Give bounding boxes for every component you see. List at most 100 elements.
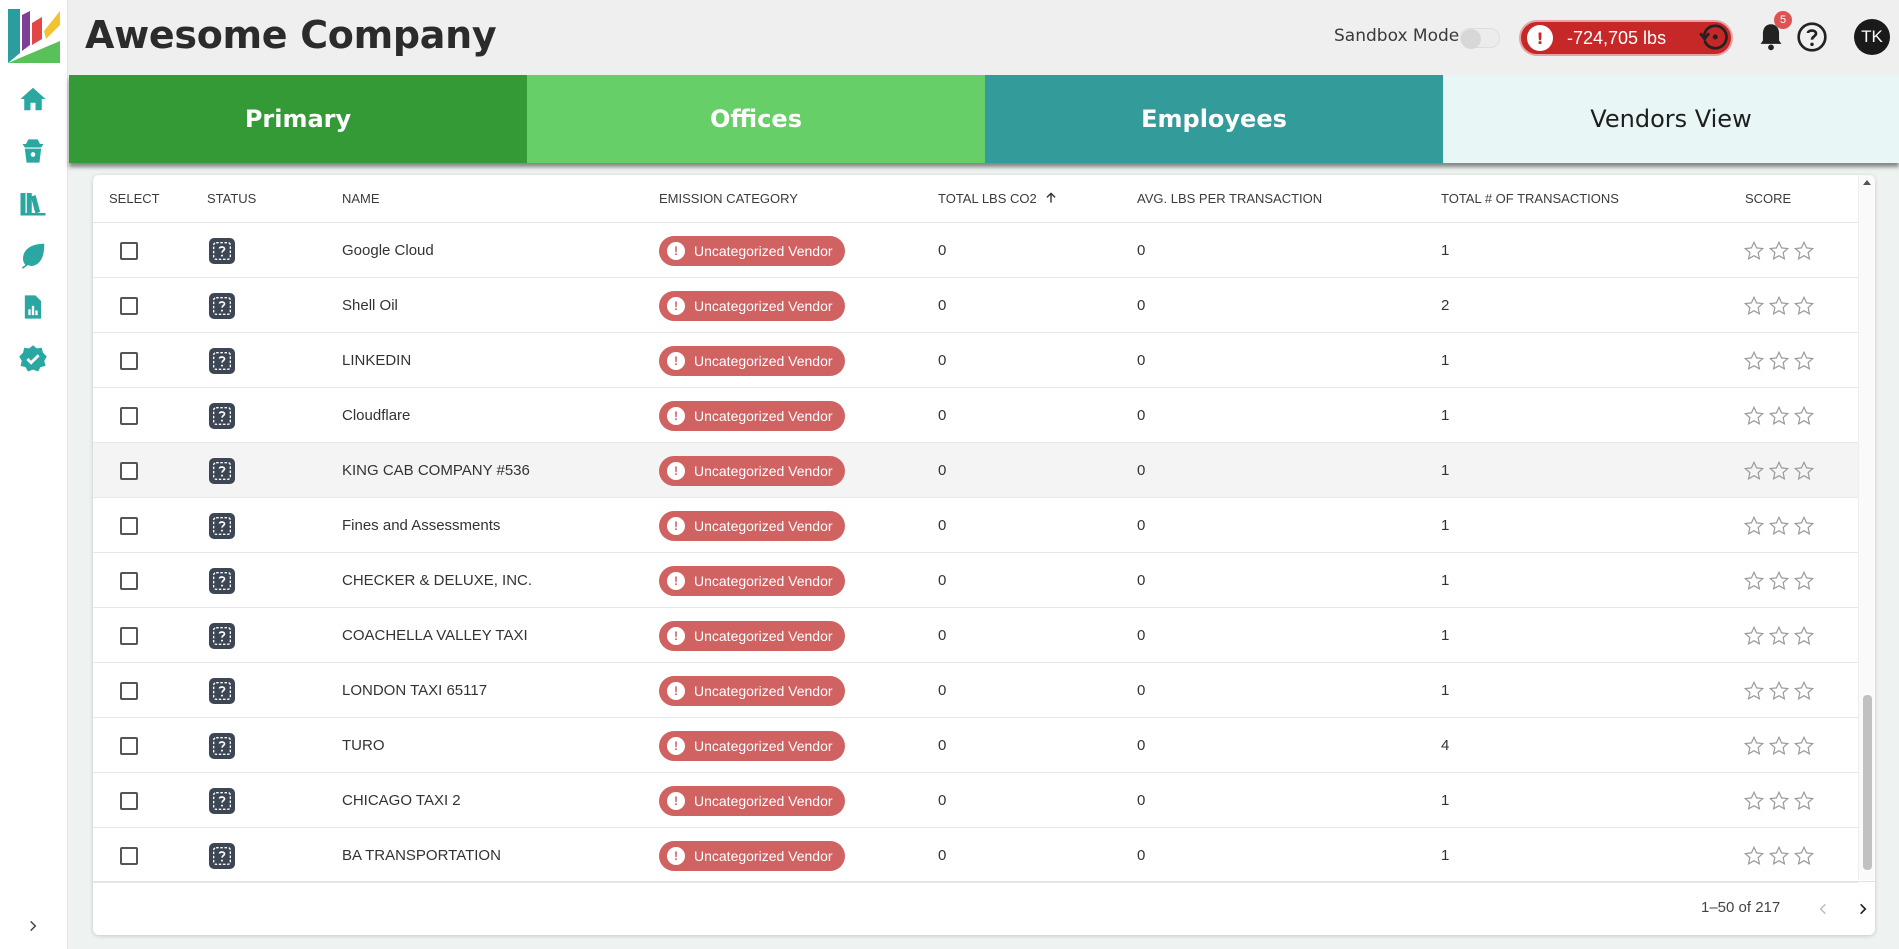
star-rating-icon[interactable]	[1743, 570, 1765, 592]
table-scrollbar[interactable]	[1858, 175, 1875, 880]
star-rating-icon[interactable]	[1768, 240, 1790, 262]
table-row[interactable]: Shell Oil ! Uncategorized Vendor 0 0 2	[93, 278, 1858, 333]
star-rating-icon[interactable]	[1793, 405, 1815, 427]
nav-verified[interactable]	[16, 342, 50, 376]
help-button[interactable]	[1793, 18, 1831, 56]
previous-page-button[interactable]	[1810, 896, 1836, 922]
nav-reports[interactable]	[16, 290, 50, 324]
star-rating-icon[interactable]	[1743, 295, 1765, 317]
row-select-checkbox[interactable]	[120, 461, 138, 480]
star-rating-icon[interactable]	[1768, 570, 1790, 592]
emission-category-pill[interactable]: ! Uncategorized Vendor	[659, 730, 845, 761]
user-avatar[interactable]: TK	[1854, 19, 1890, 55]
nav-sustainability[interactable]	[16, 238, 50, 272]
star-rating-icon[interactable]	[1768, 845, 1790, 867]
tab-vendors-view[interactable]: Vendors View	[1443, 75, 1899, 163]
scrollbar-thumb[interactable]	[1863, 695, 1872, 870]
score-cell	[1743, 388, 1815, 443]
star-rating-icon[interactable]	[1743, 350, 1765, 372]
table-row[interactable]: Cloudflare ! Uncategorized Vendor 0 0 1	[93, 388, 1858, 443]
star-rating-icon[interactable]	[1793, 295, 1815, 317]
column-avg-lbs[interactable]: AVG. LBS PER TRANSACTION	[1137, 175, 1322, 223]
star-rating-icon[interactable]	[1743, 735, 1765, 757]
star-rating-icon[interactable]	[1743, 790, 1765, 812]
row-select-checkbox[interactable]	[120, 516, 138, 535]
row-select-checkbox[interactable]	[120, 626, 138, 645]
tab-employees[interactable]: Employees	[985, 75, 1443, 163]
row-select-checkbox[interactable]	[120, 791, 138, 810]
emission-category-pill[interactable]: ! Uncategorized Vendor	[659, 510, 845, 541]
tab-primary[interactable]: Primary	[69, 75, 527, 163]
emission-category-pill[interactable]: ! Uncategorized Vendor	[659, 400, 845, 431]
star-rating-icon[interactable]	[1793, 625, 1815, 647]
row-select-checkbox[interactable]	[120, 681, 138, 700]
table-row[interactable]: LINKEDIN ! Uncategorized Vendor 0 0 1	[93, 333, 1858, 388]
emission-category-pill[interactable]: ! Uncategorized Vendor	[659, 345, 845, 376]
tab-offices[interactable]: Offices	[527, 75, 985, 163]
row-select-checkbox[interactable]	[120, 296, 138, 315]
star-rating-icon[interactable]	[1793, 735, 1815, 757]
star-rating-icon[interactable]	[1743, 845, 1765, 867]
star-rating-icon[interactable]	[1793, 845, 1815, 867]
star-rating-icon[interactable]	[1793, 460, 1815, 482]
row-select-checkbox[interactable]	[120, 736, 138, 755]
row-select-checkbox[interactable]	[120, 406, 138, 425]
star-rating-icon[interactable]	[1793, 350, 1815, 372]
column-transactions[interactable]: TOTAL # OF TRANSACTIONS	[1441, 175, 1619, 223]
row-select-checkbox[interactable]	[120, 351, 138, 370]
star-rating-icon[interactable]	[1768, 350, 1790, 372]
table-row[interactable]: KING CAB COMPANY #536 ! Uncategorized Ve…	[93, 443, 1858, 498]
star-rating-icon[interactable]	[1768, 625, 1790, 647]
star-rating-icon[interactable]	[1743, 240, 1765, 262]
emission-category-pill[interactable]: ! Uncategorized Vendor	[659, 785, 845, 816]
star-rating-icon[interactable]	[1743, 680, 1765, 702]
star-rating-icon[interactable]	[1768, 515, 1790, 537]
emission-category-pill[interactable]: ! Uncategorized Vendor	[659, 290, 845, 321]
emission-category-pill[interactable]: ! Uncategorized Vendor	[659, 675, 845, 706]
star-rating-icon[interactable]	[1768, 405, 1790, 427]
row-select-checkbox[interactable]	[120, 846, 138, 865]
nav-library[interactable]	[16, 186, 50, 220]
table-row[interactable]: BA TRANSPORTATION ! Uncategorized Vendor…	[93, 828, 1858, 883]
column-total-lbs[interactable]: TOTAL LBS CO2	[938, 175, 1058, 223]
emission-category-pill[interactable]: ! Uncategorized Vendor	[659, 235, 845, 266]
emission-category-pill[interactable]: ! Uncategorized Vendor	[659, 620, 845, 651]
table-row[interactable]: CHECKER & DELUXE, INC. ! Uncategorized V…	[93, 553, 1858, 608]
notifications-button[interactable]: 5	[1752, 11, 1792, 56]
table-row[interactable]: Google Cloud ! Uncategorized Vendor 0 0 …	[93, 223, 1858, 278]
next-page-button[interactable]	[1850, 896, 1875, 922]
star-rating-icon[interactable]	[1768, 295, 1790, 317]
table-row[interactable]: LONDON TAXI 65117 ! Uncategorized Vendor…	[93, 663, 1858, 718]
table-row[interactable]: Fines and Assessments ! Uncategorized Ve…	[93, 498, 1858, 553]
star-rating-icon[interactable]	[1768, 460, 1790, 482]
star-rating-icon[interactable]	[1793, 790, 1815, 812]
star-rating-icon[interactable]	[1743, 515, 1765, 537]
star-rating-icon[interactable]	[1793, 240, 1815, 262]
expand-sidebar-button[interactable]	[20, 913, 46, 939]
emission-category-pill[interactable]: ! Uncategorized Vendor	[659, 565, 845, 596]
star-rating-icon[interactable]	[1768, 735, 1790, 757]
row-select-checkbox[interactable]	[120, 571, 138, 590]
star-rating-icon[interactable]	[1793, 515, 1815, 537]
star-rating-icon[interactable]	[1743, 625, 1765, 647]
scroll-up-arrow-icon[interactable]	[1862, 178, 1872, 188]
table-row[interactable]: CHICAGO TAXI 2 ! Uncategorized Vendor 0 …	[93, 773, 1858, 828]
emission-category-pill[interactable]: ! Uncategorized Vendor	[659, 455, 845, 486]
column-score[interactable]: SCORE	[1745, 175, 1791, 223]
history-button[interactable]	[1695, 18, 1733, 56]
star-rating-icon[interactable]	[1768, 680, 1790, 702]
nav-purchases[interactable]	[16, 134, 50, 168]
nav-home[interactable]	[16, 82, 50, 116]
column-name[interactable]: NAME	[342, 175, 380, 223]
column-emission-category[interactable]: EMISSION CATEGORY	[659, 175, 798, 223]
table-row[interactable]: COACHELLA VALLEY TAXI ! Uncategorized Ve…	[93, 608, 1858, 663]
row-select-checkbox[interactable]	[120, 241, 138, 260]
star-rating-icon[interactable]	[1743, 405, 1765, 427]
sandbox-mode-toggle[interactable]	[1460, 28, 1500, 49]
emission-category-pill[interactable]: ! Uncategorized Vendor	[659, 840, 845, 871]
star-rating-icon[interactable]	[1793, 570, 1815, 592]
table-row[interactable]: TURO ! Uncategorized Vendor 0 0 4	[93, 718, 1858, 773]
star-rating-icon[interactable]	[1743, 460, 1765, 482]
star-rating-icon[interactable]	[1768, 790, 1790, 812]
star-rating-icon[interactable]	[1793, 680, 1815, 702]
